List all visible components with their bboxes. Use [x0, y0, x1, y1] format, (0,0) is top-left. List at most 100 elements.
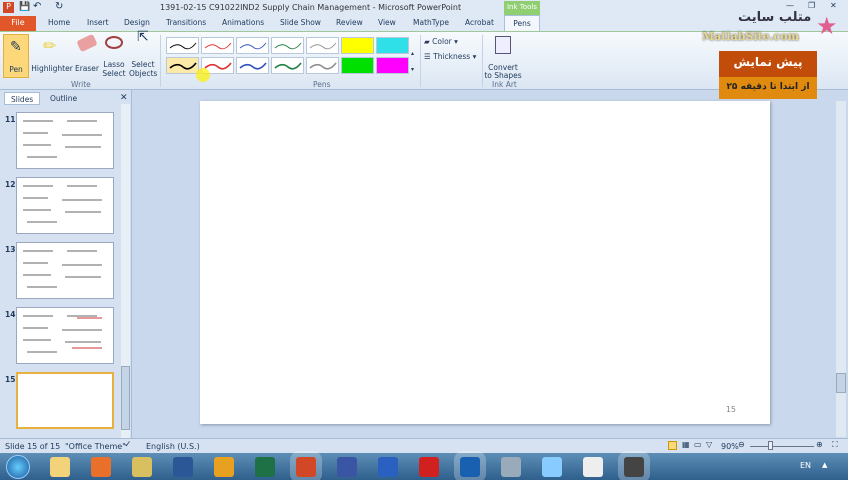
- slide-number-label: 11: [5, 115, 16, 124]
- pen-swatch[interactable]: [376, 37, 409, 54]
- tab-review[interactable]: Review: [336, 18, 363, 27]
- restore-button[interactable]: ❐: [808, 1, 815, 10]
- pens-scroll-up[interactable]: ▴: [411, 50, 414, 57]
- pen-swatch[interactable]: [376, 57, 409, 74]
- slides-panel: Slides Outline ✕ 11 12 13 14 15: [0, 90, 132, 438]
- slide-thumbnail[interactable]: [16, 372, 114, 429]
- pen-swatch[interactable]: [306, 57, 339, 74]
- pen-swatch[interactable]: [341, 37, 374, 54]
- powerpoint-icon: P: [3, 2, 14, 13]
- tab-file[interactable]: File: [0, 16, 36, 31]
- reading-view-icon[interactable]: ▭: [694, 440, 702, 449]
- eraser-button[interactable]: Eraser: [74, 33, 100, 73]
- mouse-cursor-highlight: [196, 68, 210, 82]
- highlighter-icon: ✏: [43, 36, 57, 55]
- ribbon-tabs: Home Insert Design Transitions Animation…: [0, 16, 848, 31]
- pen-swatch[interactable]: [341, 57, 374, 74]
- tab-transitions[interactable]: Transitions: [166, 18, 206, 27]
- highlighter-label: Highlighter: [31, 64, 73, 73]
- slideshow-icon[interactable]: ▽: [706, 440, 712, 449]
- pen-icon: ✎: [10, 39, 22, 55]
- slide-thumbnail[interactable]: [16, 307, 114, 364]
- thickness-button[interactable]: ☰ Thickness ▾: [424, 52, 476, 61]
- zoom-in-button[interactable]: ⊕: [816, 440, 823, 449]
- pens-more[interactable]: ▾: [411, 66, 414, 73]
- star-icon: ★: [816, 12, 838, 40]
- pen-swatch[interactable]: [166, 57, 199, 74]
- language-indicator[interactable]: EN: [800, 461, 811, 470]
- slide-number: 15: [725, 405, 736, 414]
- convert-to-shapes-button[interactable]: Convert to Shapes: [484, 36, 522, 80]
- panel-scrollbar[interactable]: [121, 104, 130, 438]
- preview-title: پیش نمایش: [719, 51, 817, 77]
- slide-canvas[interactable]: 15: [200, 101, 770, 424]
- tab-design[interactable]: Design: [124, 18, 150, 27]
- zoom-slider-thumb[interactable]: [768, 441, 773, 450]
- redo-icon[interactable]: ↻: [55, 1, 63, 12]
- slide-thumbnail[interactable]: [16, 242, 114, 299]
- paint-taskbar-icon[interactable]: [583, 457, 603, 477]
- start-button[interactable]: [6, 455, 30, 479]
- pen-label: Pen: [9, 65, 23, 74]
- calculator-taskbar-icon[interactable]: [501, 457, 521, 477]
- tray-expand-icon[interactable]: ▲: [822, 461, 827, 469]
- color-icon: ▰: [424, 37, 430, 46]
- slide-thumbnail[interactable]: [16, 177, 114, 234]
- normal-view-icon[interactable]: [668, 441, 677, 450]
- windows-explorer-taskbar-icon[interactable]: [50, 457, 70, 477]
- pen-swatch[interactable]: [236, 37, 269, 54]
- pen-swatch[interactable]: [271, 57, 304, 74]
- notepad-taskbar-icon[interactable]: [542, 457, 562, 477]
- visio-taskbar-icon[interactable]: [337, 457, 357, 477]
- editor-taskbar-icon[interactable]: [132, 457, 152, 477]
- close-panel-icon[interactable]: ✕: [120, 93, 128, 103]
- tab-pens[interactable]: Pens: [504, 15, 540, 32]
- slide-sorter-icon[interactable]: ▦: [682, 440, 690, 449]
- thickness-label: Thickness: [433, 52, 471, 61]
- pen-swatch[interactable]: [166, 37, 199, 54]
- zoom-slider[interactable]: [750, 446, 814, 447]
- thickness-icon: ☰: [424, 52, 431, 61]
- spellcheck-icon[interactable]: ✓: [124, 440, 132, 450]
- matlab-taskbar-icon[interactable]: [454, 451, 486, 480]
- app-taskbar-icon[interactable]: [378, 457, 398, 477]
- zoom-level[interactable]: 90%: [721, 442, 739, 451]
- tab-acrobat[interactable]: Acrobat: [465, 18, 494, 27]
- tab-mathtype[interactable]: MathType: [413, 18, 449, 27]
- firefox-taskbar-icon[interactable]: [91, 457, 111, 477]
- logo-text-fa: متلب سایت: [738, 10, 812, 25]
- language[interactable]: English (U.S.): [146, 442, 200, 451]
- logo-text-en: MatlabSite.com: [702, 30, 800, 43]
- zoom-out-button[interactable]: ⊖: [738, 440, 745, 449]
- minimize-button[interactable]: —: [786, 1, 794, 10]
- outlook-taskbar-icon[interactable]: [214, 457, 234, 477]
- pen-swatch[interactable]: [271, 37, 304, 54]
- tab-animations[interactable]: Animations: [222, 18, 264, 27]
- tab-insert[interactable]: Insert: [87, 18, 109, 27]
- tab-slides[interactable]: Slides: [4, 92, 41, 105]
- tab-home[interactable]: Home: [48, 18, 70, 27]
- select-objects-button[interactable]: Select Objects ⇱: [129, 30, 157, 78]
- excel-taskbar-icon[interactable]: [255, 457, 275, 477]
- pen-button[interactable]: Pen ✎: [3, 34, 29, 78]
- vertical-scrollbar[interactable]: [836, 101, 846, 437]
- pen-swatch[interactable]: [236, 57, 269, 74]
- highlighter-button[interactable]: Highlighter ✏: [31, 36, 73, 73]
- undo-icon[interactable]: ↶: [33, 1, 41, 12]
- tab-view[interactable]: View: [378, 18, 396, 27]
- pens-group-label: Pens: [313, 80, 331, 89]
- word-taskbar-icon[interactable]: [173, 457, 193, 477]
- save-icon[interactable]: 💾: [19, 2, 30, 12]
- close-button[interactable]: ✕: [830, 1, 837, 10]
- slide-thumbnail[interactable]: [16, 112, 114, 169]
- camera-taskbar-icon[interactable]: [618, 451, 650, 480]
- tab-outline[interactable]: Outline: [44, 92, 83, 105]
- app2-taskbar-icon[interactable]: [419, 457, 439, 477]
- fit-slide-icon[interactable]: ⛶: [832, 440, 838, 450]
- powerpoint-taskbar-icon[interactable]: [290, 451, 322, 480]
- tab-slide-show[interactable]: Slide Show: [280, 18, 321, 27]
- pen-swatch[interactable]: [201, 37, 234, 54]
- lasso-select-button[interactable]: Lasso Select: [101, 36, 127, 78]
- pen-swatch[interactable]: [306, 37, 339, 54]
- color-button[interactable]: ▰ Color ▾: [424, 37, 458, 46]
